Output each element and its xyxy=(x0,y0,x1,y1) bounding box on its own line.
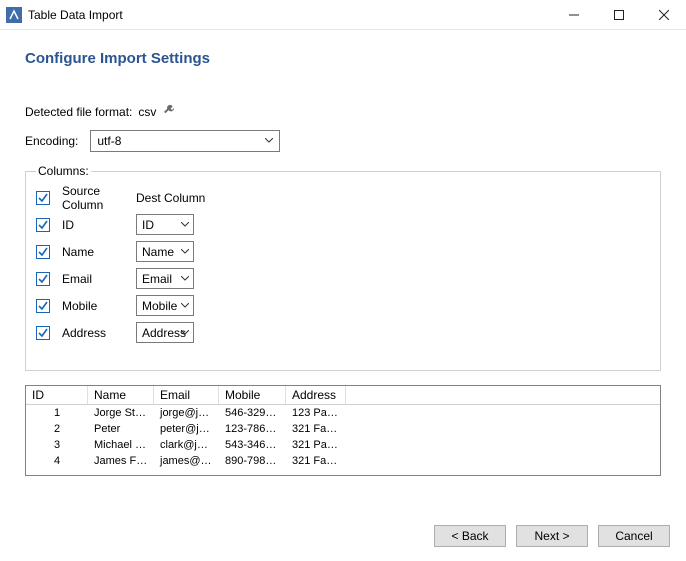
chevron-down-icon xyxy=(181,249,189,255)
column-checkbox[interactable] xyxy=(36,245,50,259)
cell-address: 321 Fake A… xyxy=(286,453,346,469)
cell-mobile: 543-346-59… xyxy=(219,437,286,453)
cell-name: Peter xyxy=(88,421,154,437)
dest-select[interactable]: Address xyxy=(136,322,194,343)
dest-value: ID xyxy=(142,218,154,232)
chevron-down-icon xyxy=(181,276,189,282)
maximize-button[interactable] xyxy=(596,0,641,29)
table-row[interactable]: 4 James Fran… james@java… 890-798-54… 32… xyxy=(26,453,660,469)
preview-table: ID Name Email Mobile Address 1 Jorge Ste… xyxy=(25,385,661,476)
dest-value: Mobile xyxy=(142,299,177,313)
cell-email: james@java… xyxy=(154,453,219,469)
source-column-header: Source Column xyxy=(62,184,136,212)
dest-select[interactable]: Email xyxy=(136,268,194,289)
chevron-down-icon xyxy=(181,222,189,228)
dest-select[interactable]: Mobile xyxy=(136,295,194,316)
dest-select[interactable]: Name xyxy=(136,241,194,262)
column-checkbox[interactable] xyxy=(36,299,50,313)
dest-value: Name xyxy=(142,245,174,259)
col-address[interactable]: Address xyxy=(286,386,346,404)
cell-address: 321 Park A… xyxy=(286,437,346,453)
cell-email: peter@java… xyxy=(154,421,219,437)
cell-address: 123 Park St… xyxy=(286,405,346,421)
minimize-button[interactable] xyxy=(551,0,596,29)
chevron-down-icon xyxy=(265,138,273,144)
column-row-mobile: Mobile Mobile xyxy=(36,292,650,319)
cell-mobile: 890-798-54… xyxy=(219,453,286,469)
col-id[interactable]: ID xyxy=(26,386,88,404)
columns-fieldset: Columns: Source Column Dest Column ID ID… xyxy=(25,164,661,371)
cancel-button[interactable]: Cancel xyxy=(598,525,670,547)
preview-body: 1 Jorge Step… jorge@java… 546-329-98… 12… xyxy=(26,405,660,475)
back-button[interactable]: < Back xyxy=(434,525,506,547)
close-button[interactable] xyxy=(641,0,686,29)
source-name: Address xyxy=(62,326,136,340)
detected-format-label: Detected file format: xyxy=(25,105,132,119)
source-name: ID xyxy=(62,218,136,232)
wrench-icon[interactable] xyxy=(162,103,176,120)
titlebar: Table Data Import xyxy=(0,0,686,30)
cell-id: 4 xyxy=(26,453,88,469)
cell-id: 3 xyxy=(26,437,88,453)
encoding-value: utf-8 xyxy=(97,134,121,148)
table-row[interactable]: 3 Michael Clark clark@javat… 543-346-59…… xyxy=(26,437,660,453)
dest-value: Address xyxy=(142,326,186,340)
chevron-down-icon xyxy=(181,303,189,309)
app-icon xyxy=(6,7,22,23)
encoding-row: Encoding: utf-8 xyxy=(25,130,661,152)
source-name: Name xyxy=(62,245,136,259)
chevron-down-icon xyxy=(181,330,189,336)
column-checkbox[interactable] xyxy=(36,218,50,232)
cell-name: Jorge Step… xyxy=(88,405,154,421)
cell-email: clark@javat… xyxy=(154,437,219,453)
encoding-label: Encoding: xyxy=(25,134,78,148)
source-name: Mobile xyxy=(62,299,136,313)
footer-buttons: < Back Next > Cancel xyxy=(434,525,670,547)
column-row-address: Address Address xyxy=(36,319,650,346)
column-checkbox[interactable] xyxy=(36,272,50,286)
cell-name: James Fran… xyxy=(88,453,154,469)
dest-value: Email xyxy=(142,272,172,286)
cell-email: jorge@java… xyxy=(154,405,219,421)
window-controls xyxy=(551,0,686,29)
cell-id: 1 xyxy=(26,405,88,421)
col-spacer xyxy=(346,386,660,404)
columns-header-row: Source Column Dest Column xyxy=(36,184,650,211)
encoding-select[interactable]: utf-8 xyxy=(90,130,280,152)
column-row-id: ID ID xyxy=(36,211,650,238)
cell-id: 2 xyxy=(26,421,88,437)
page-heading: Configure Import Settings xyxy=(25,50,661,67)
col-email[interactable]: Email xyxy=(154,386,219,404)
cell-address: 321 Fake A… xyxy=(286,421,346,437)
dest-select[interactable]: ID xyxy=(136,214,194,235)
detected-format-row: Detected file format: csv xyxy=(25,103,661,120)
cell-mobile: 123-786-56… xyxy=(219,421,286,437)
col-mobile[interactable]: Mobile xyxy=(219,386,286,404)
columns-legend: Columns: xyxy=(36,164,91,178)
cell-name: Michael Clark xyxy=(88,437,154,453)
column-row-name: Name Name xyxy=(36,238,650,265)
column-checkbox[interactable] xyxy=(36,326,50,340)
window-title: Table Data Import xyxy=(28,8,551,22)
col-name[interactable]: Name xyxy=(88,386,154,404)
select-all-checkbox[interactable] xyxy=(36,191,50,205)
cell-mobile: 546-329-98… xyxy=(219,405,286,421)
dest-column-header: Dest Column xyxy=(136,191,205,205)
table-row[interactable]: 2 Peter peter@java… 123-786-56… 321 Fake… xyxy=(26,421,660,437)
table-row[interactable]: 1 Jorge Step… jorge@java… 546-329-98… 12… xyxy=(26,405,660,421)
preview-header: ID Name Email Mobile Address xyxy=(26,386,660,405)
column-row-email: Email Email xyxy=(36,265,650,292)
source-name: Email xyxy=(62,272,136,286)
content-area: Configure Import Settings Detected file … xyxy=(0,30,686,476)
next-button[interactable]: Next > xyxy=(516,525,588,547)
detected-format-value: csv xyxy=(138,105,156,119)
